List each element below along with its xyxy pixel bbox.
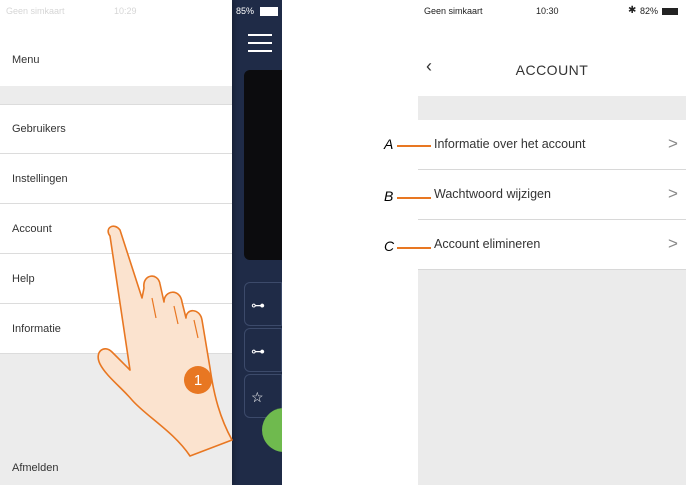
battery-percent: 85% (236, 6, 255, 16)
left-phone-screen: 85% ⊶ ⊶ ☆ Geen simkaart 10:29 Menu Gebru… (0, 0, 282, 485)
menu-item-gebruikers[interactable]: Gebruikers (0, 104, 232, 154)
hand-pointer-icon (97, 225, 233, 457)
battery-icon (662, 8, 678, 15)
list-item-label: Account elimineren (434, 237, 541, 251)
right-phone-screen: Geen simkaart 10:30 ✱ 82% ‹ ACCOUNT Info… (418, 0, 686, 485)
hamburger-icon[interactable] (248, 34, 272, 54)
battery-percent: 82% (640, 6, 659, 16)
list-item-label: Wachtwoord wijzigen (434, 187, 551, 201)
status-time: 10:29 (114, 6, 137, 16)
divider (0, 86, 232, 104)
divider (418, 96, 686, 114)
battery-icon (260, 7, 278, 16)
bluetooth-icon: ✱ (628, 5, 637, 16)
annotation-c: C (384, 238, 395, 254)
chevron-right-icon: > (668, 184, 678, 203)
change-password-item[interactable]: Wachtwoord wijzigen > (418, 170, 686, 220)
annotation-b: B (384, 188, 394, 204)
chevron-right-icon: > (668, 234, 678, 253)
status-time: 10:30 (536, 6, 559, 16)
annotation-line (397, 145, 431, 147)
carrier-label: Geen simkaart (6, 6, 65, 16)
annotation-a: A (384, 136, 394, 152)
annotation-line (397, 197, 431, 199)
list-item-label: Informatie over het account (434, 137, 586, 151)
status-bar: Geen simkaart 10:30 ✱ 82% (418, 0, 686, 22)
step-badge: 1 (184, 366, 212, 394)
delete-account-item[interactable]: Account elimineren > (418, 220, 686, 270)
annotation-line (397, 247, 431, 249)
account-info-item[interactable]: Informatie over het account > (418, 120, 686, 170)
status-bar: Geen simkaart 10:29 (0, 0, 232, 22)
page-title: ACCOUNT (515, 62, 589, 78)
menu-item-instellingen[interactable]: Instellingen (0, 154, 232, 204)
menu-title: Menu (12, 54, 40, 66)
chevron-right-icon: > (668, 134, 678, 153)
carrier-label: Geen simkaart (424, 6, 483, 16)
nav-bar: ‹ ACCOUNT (418, 22, 686, 96)
